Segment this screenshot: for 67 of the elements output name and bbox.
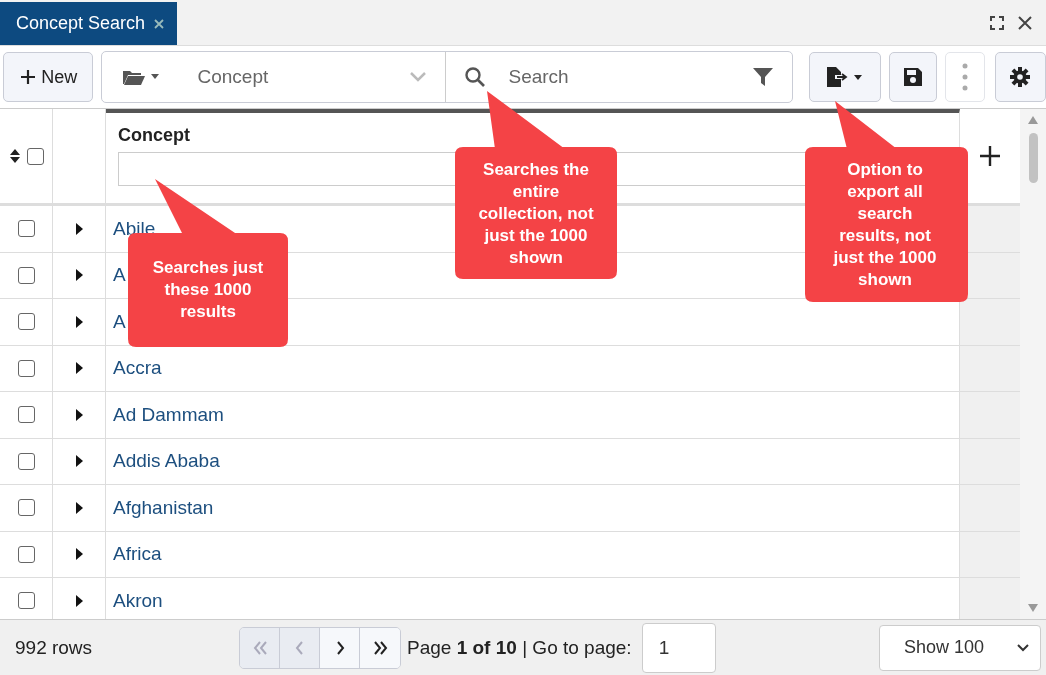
- checkbox[interactable]: [17, 313, 35, 331]
- settings-button[interactable]: [994, 52, 1046, 102]
- caret-right-icon[interactable]: [74, 407, 84, 422]
- caret-right-icon[interactable]: [74, 593, 84, 608]
- checkbox[interactable]: [17, 452, 35, 470]
- tooltip-text: Option to export all search results, not just the 1000 shown: [832, 159, 938, 291]
- caret-right-icon[interactable]: [74, 221, 84, 236]
- concept-link[interactable]: Akron: [113, 589, 163, 612]
- concept-link[interactable]: Afghanistan: [113, 496, 214, 519]
- save-icon: [903, 67, 924, 87]
- checkbox[interactable]: [17, 406, 35, 424]
- concept-link[interactable]: Africa: [113, 543, 162, 566]
- caret-right-icon[interactable]: [74, 500, 84, 515]
- caret-right-icon[interactable]: [74, 268, 84, 283]
- sort-icon[interactable]: [8, 148, 21, 164]
- page-button[interactable]: [360, 627, 400, 668]
- table-cell: [960, 438, 1020, 484]
- table-cell: [960, 392, 1020, 438]
- maximize-icon[interactable]: [990, 15, 1004, 30]
- concept-link[interactable]: Addis Ababa: [113, 450, 220, 473]
- table-cell: [960, 485, 1020, 531]
- checkbox[interactable]: [17, 266, 35, 284]
- page-label: Page 1 of 10 | Go to page:: [407, 636, 632, 659]
- more-icon: [961, 63, 968, 91]
- caret-right-icon[interactable]: [74, 361, 84, 376]
- add-column-icon[interactable]: [979, 145, 1001, 167]
- checkbox[interactable]: [17, 359, 35, 377]
- table-cell: [960, 345, 1020, 391]
- checkbox[interactable]: [17, 499, 35, 517]
- caret-right-icon[interactable]: [74, 547, 84, 562]
- caret-right-icon[interactable]: [74, 454, 84, 469]
- concept-link[interactable]: A: [113, 310, 126, 333]
- page-input[interactable]: 1: [641, 622, 716, 673]
- scroll-up-icon[interactable]: [1027, 115, 1039, 125]
- double-chevron-left-icon: [251, 639, 268, 656]
- scrollbar[interactable]: [1020, 109, 1046, 619]
- save-button[interactable]: [889, 52, 938, 102]
- chevron-down-icon: [409, 71, 428, 83]
- plus-icon: [19, 68, 38, 86]
- table-cell: [960, 531, 1020, 577]
- caret-right-icon[interactable]: [74, 314, 84, 329]
- checkbox[interactable]: [17, 545, 35, 563]
- checkbox[interactable]: [26, 147, 44, 165]
- search-icon: [464, 66, 487, 88]
- close-icon[interactable]: [153, 17, 166, 30]
- settings-icon: [1010, 67, 1031, 87]
- new-button[interactable]: New: [3, 52, 94, 102]
- checkbox[interactable]: [17, 220, 35, 238]
- close-icon[interactable]: [1018, 15, 1032, 30]
- tooltip-text: Searches just these 1000 results: [151, 257, 265, 323]
- tooltip-text: Searches the entire collection, not just the 1000 shown: [477, 159, 595, 269]
- scroll-thumb[interactable]: [1028, 133, 1038, 183]
- tab[interactable]: Concept Search: [0, 2, 178, 45]
- page-size-select[interactable]: Show 100: [879, 624, 1041, 671]
- concept-link[interactable]: A: [113, 264, 126, 287]
- filter-icon[interactable]: [752, 67, 775, 87]
- export-button[interactable]: [809, 52, 882, 102]
- chevron-down-icon: [1016, 642, 1030, 653]
- checkbox[interactable]: [17, 592, 35, 610]
- column-header[interactable]: Concept: [118, 125, 959, 146]
- concept-link[interactable]: Accra: [113, 357, 162, 380]
- table-cell: [960, 299, 1020, 345]
- row-count: 992 rows: [15, 636, 94, 659]
- double-chevron-right-icon: [372, 639, 388, 656]
- type-select[interactable]: Concept: [182, 52, 447, 102]
- concept-link[interactable]: Ad Dammam: [113, 403, 224, 426]
- scroll-down-icon[interactable]: [1027, 603, 1039, 613]
